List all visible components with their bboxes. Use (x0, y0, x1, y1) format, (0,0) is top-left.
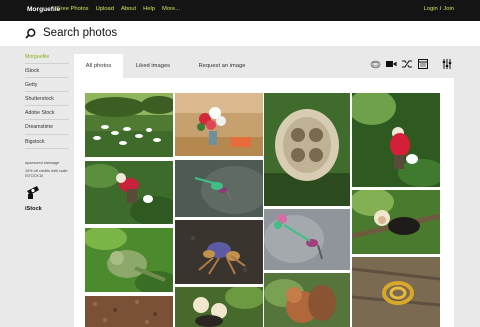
search-icon[interactable] (25, 28, 36, 39)
main-nav: Free Photos Upload About Help More... (57, 6, 180, 12)
lightbox-icon[interactable] (369, 58, 381, 70)
photo-coiled-snake[interactable] (352, 257, 440, 327)
top-navbar: Morguefile Free Photos Upload About Help… (0, 0, 480, 21)
nav-about[interactable]: About (121, 6, 136, 12)
sidebar-item-dreamstime[interactable]: Dreamstime (25, 120, 69, 135)
sponsor-label: sponsored message (25, 160, 60, 165)
shuffle-icon[interactable] (401, 58, 413, 70)
photo-flower-bouquet[interactable] (175, 93, 263, 156)
nav-more[interactable]: More... (162, 6, 180, 12)
photo-woman-tending-plants[interactable] (352, 93, 440, 187)
photo-person-picking[interactable] (85, 161, 173, 224)
sidebar-item-shutterstock[interactable]: Shutterstock (25, 92, 69, 107)
photo-purple-crab[interactable] (175, 220, 263, 284)
photo-green-iguana[interactable] (85, 228, 173, 292)
photo-gravel-texture[interactable] (85, 296, 173, 327)
sidebar: Morguefile iStock Getty Shutterstock Ado… (25, 50, 69, 212)
sidebar-item-getty[interactable]: Getty (25, 78, 69, 93)
sidebar-item-istock[interactable]: iStock (25, 64, 69, 79)
istock-logo-icon[interactable] (25, 184, 41, 200)
photo-capuchin-monkey[interactable] (352, 190, 440, 254)
search-bar[interactable]: Search photos (0, 21, 480, 47)
tab-request-image[interactable]: Request an image (189, 54, 255, 78)
sidebar-item-bigstock[interactable]: Bigstock (25, 135, 69, 149)
filter-sliders-icon[interactable] (441, 58, 453, 70)
sponsor-text: 10% off credits with code: ISTOCK10 (25, 168, 69, 178)
nav-help[interactable]: Help (143, 6, 155, 12)
photo-monkeys-in-tree[interactable] (175, 287, 263, 327)
nav-free-photos[interactable]: Free Photos (57, 6, 89, 12)
photo-squirrel[interactable] (264, 273, 350, 327)
istock-brand[interactable]: iStock (25, 206, 69, 212)
photo-hummingbird-flower[interactable] (264, 209, 350, 270)
sidebar-item-adobe-stock[interactable]: Adobe Stock (25, 106, 69, 121)
calendar-icon[interactable] (417, 58, 429, 70)
tab-bar: All photos Liked images Request an image (74, 54, 454, 78)
search-title[interactable]: Search photos (43, 27, 117, 39)
tab-all-photos[interactable]: All photos (74, 54, 123, 78)
nav-upload[interactable]: Upload (96, 6, 114, 12)
join-link[interactable]: Join (443, 6, 454, 12)
gallery-panel (74, 78, 454, 327)
auth-separator: / (439, 6, 442, 12)
tab-liked-images[interactable]: Liked images (129, 54, 177, 78)
login-link[interactable]: Login (424, 6, 438, 12)
site-logo[interactable]: Morguefile (27, 6, 60, 13)
sidebar-item-morguefile[interactable]: Morguefile (25, 50, 69, 65)
photo-hummingbird-hovering[interactable] (175, 160, 263, 217)
auth-links: Login / Join (424, 6, 454, 12)
video-icon[interactable] (385, 58, 397, 70)
photo-bird-nest[interactable] (264, 93, 350, 206)
photo-white-birds[interactable] (85, 93, 173, 157)
